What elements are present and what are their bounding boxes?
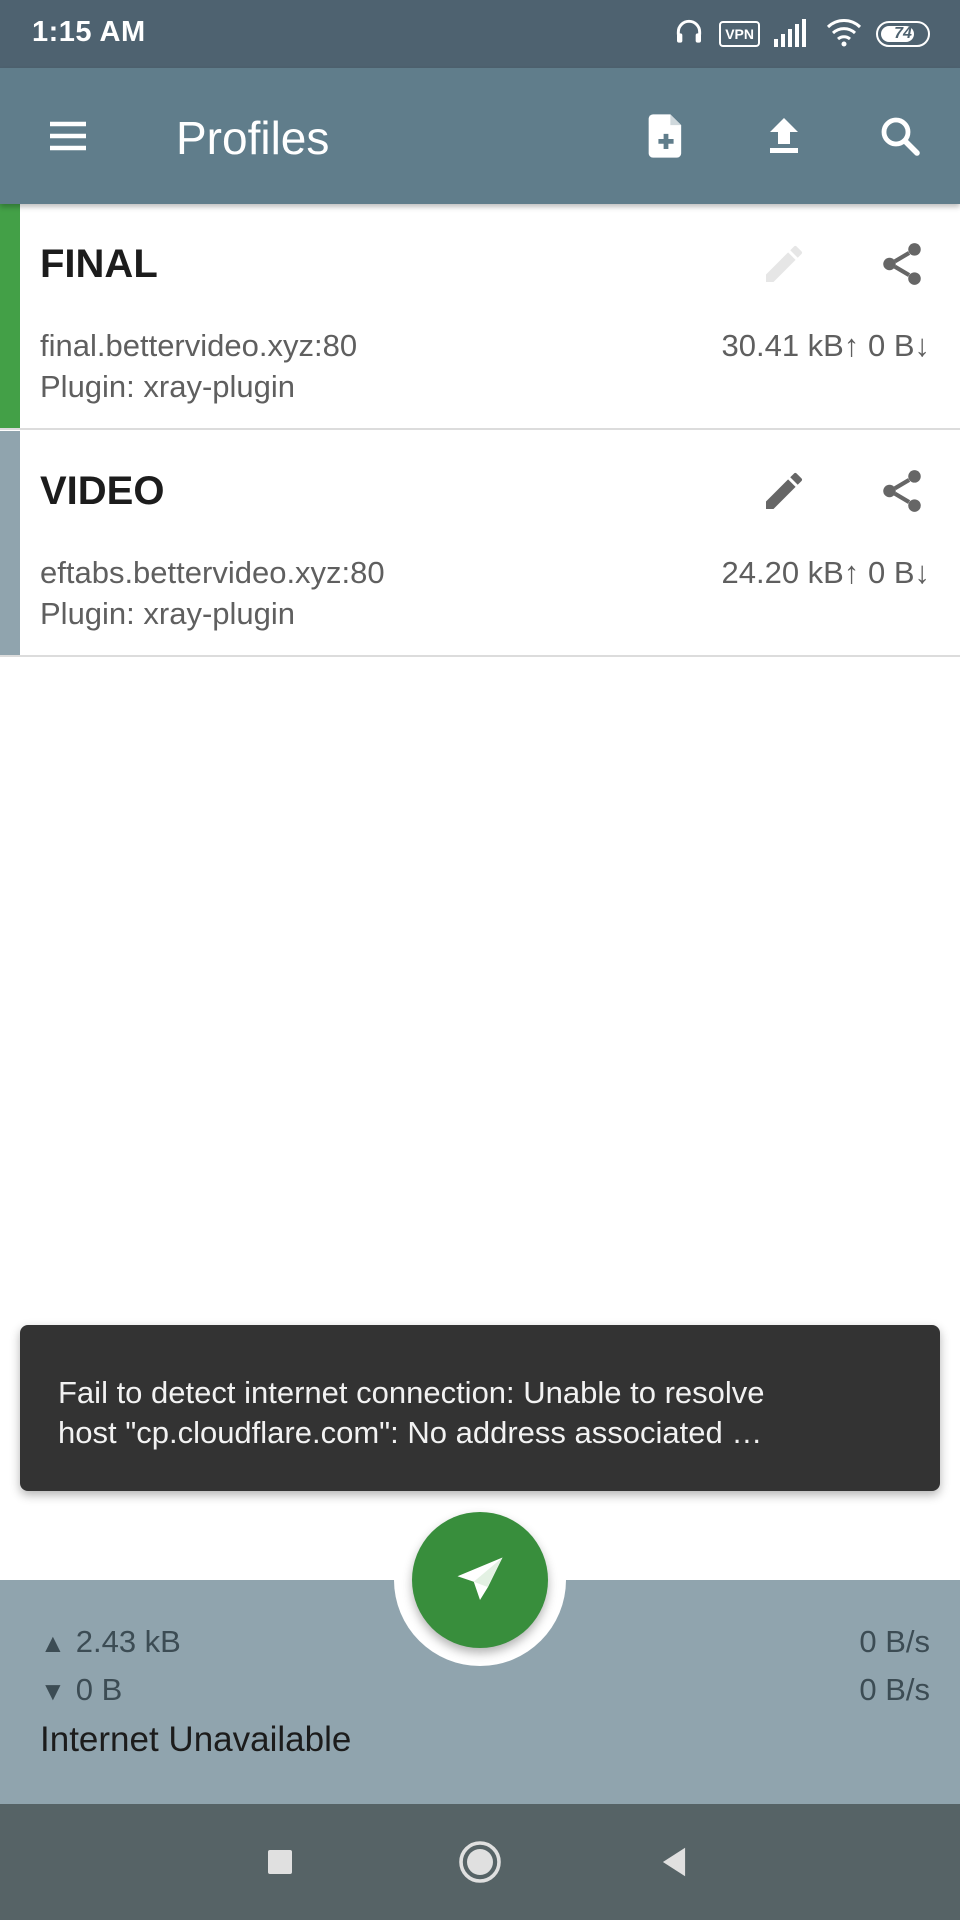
rx-total: ▼ 0 B — [40, 1672, 122, 1708]
profile-plugin: Plugin: xray-plugin — [40, 596, 296, 631]
battery-level: 74 — [894, 25, 912, 42]
vpn-icon: VPN — [719, 21, 760, 47]
add-document-icon — [648, 114, 682, 158]
app-toolbar: Profiles — [0, 68, 960, 204]
profile-card-final[interactable]: FINAL final.bettervideo.xyz:80 Plugin: x… — [0, 204, 960, 430]
battery-icon: 74 — [876, 21, 930, 47]
unselected-indicator — [0, 431, 20, 655]
home-circle-icon — [459, 1841, 501, 1883]
profile-traffic: 30.41 kB↑ 0 B↓ — [721, 328, 930, 363]
edit-profile-button[interactable] — [752, 459, 816, 523]
share-icon — [883, 243, 921, 285]
add-profile-button[interactable] — [632, 102, 700, 170]
selected-indicator — [0, 204, 20, 428]
menu-button[interactable] — [34, 102, 102, 170]
headset-icon — [673, 16, 705, 53]
tx-total-value: 2.43 kB — [75, 1624, 181, 1659]
edit-profile-button[interactable] — [752, 232, 816, 296]
recents-button[interactable] — [248, 1830, 312, 1894]
tx-rate: 0 B/s — [859, 1624, 930, 1659]
share-profile-button[interactable] — [870, 232, 934, 296]
connection-status: Internet Unavailable — [40, 1720, 352, 1759]
back-button[interactable] — [642, 1830, 706, 1894]
edit-pencil-icon — [766, 245, 802, 282]
rx-total-value: 0 B — [75, 1672, 123, 1707]
search-icon — [881, 117, 920, 156]
edit-pencil-icon — [766, 472, 802, 509]
system-nav-bar — [0, 1804, 960, 1920]
share-icon — [883, 470, 921, 512]
profile-name: FINAL — [40, 242, 158, 286]
toast-line-2: host "cp.cloudflare.com": No address ass… — [58, 1415, 763, 1450]
search-button[interactable] — [866, 102, 934, 170]
upload-icon — [770, 118, 798, 153]
page-title: Profiles — [176, 112, 330, 164]
back-triangle-icon — [662, 1847, 686, 1877]
connect-fab-button[interactable] — [412, 1512, 548, 1648]
home-button[interactable] — [448, 1830, 512, 1894]
paper-plane-icon — [457, 1557, 503, 1600]
share-profile-button[interactable] — [870, 459, 934, 523]
toast-line-1: Fail to detect internet connection: Unab… — [58, 1375, 765, 1410]
profile-card-video[interactable]: VIDEO eftabs.bettervideo.xyz:80 Plugin: … — [0, 431, 960, 657]
profile-host: eftabs.bettervideo.xyz:80 — [40, 555, 385, 590]
tx-total: ▲ 2.43 kB — [40, 1624, 181, 1660]
menu-icon — [50, 121, 86, 151]
rx-rate: 0 B/s — [859, 1672, 930, 1707]
status-bar: 1:15 AM VPN 74 — [0, 0, 960, 68]
error-toast: Fail to detect internet connection: Unab… — [20, 1325, 940, 1491]
upload-button[interactable] — [750, 102, 818, 170]
profile-name: VIDEO — [40, 469, 165, 513]
square-icon — [268, 1850, 292, 1874]
status-icons: VPN 74 — [673, 16, 930, 52]
profile-host: final.bettervideo.xyz:80 — [40, 328, 358, 363]
upload-arrow-icon: ▲ — [40, 1628, 66, 1658]
profile-plugin: Plugin: xray-plugin — [40, 369, 296, 404]
wifi-icon — [826, 17, 862, 52]
status-time: 1:15 AM — [32, 16, 146, 48]
profile-traffic: 24.20 kB↑ 0 B↓ — [721, 555, 930, 590]
signal-icon — [774, 17, 812, 52]
download-arrow-icon: ▼ — [40, 1676, 66, 1706]
